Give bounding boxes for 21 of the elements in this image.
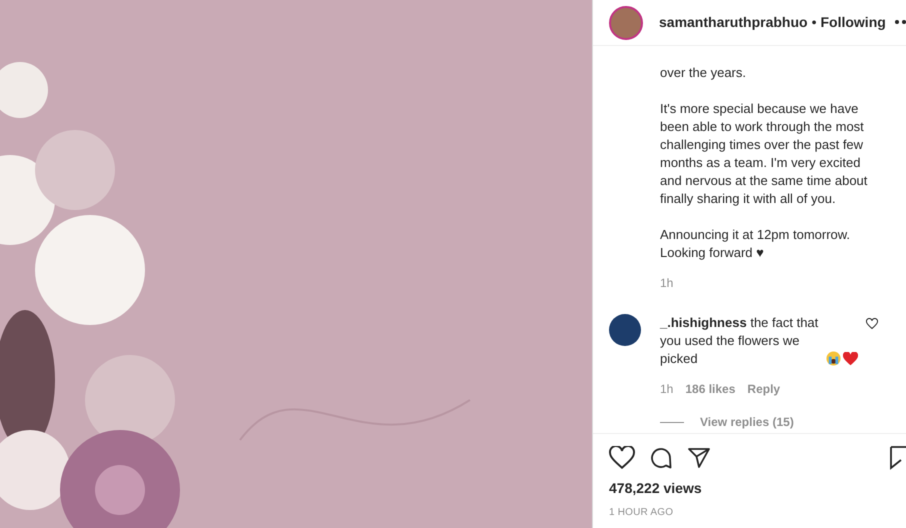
caption-time: 1h	[660, 275, 674, 292]
like-comment-icon[interactable]	[866, 318, 878, 330]
following-label[interactable]: Following	[820, 12, 886, 33]
views-count[interactable]: 478,222 views	[609, 478, 906, 499]
comment-time: 1h	[660, 381, 674, 398]
username-link[interactable]: samantharuthprabhuo	[659, 12, 808, 33]
more-options-icon[interactable]	[895, 20, 906, 24]
caption-text: over the years.	[660, 64, 747, 82]
share-icon[interactable]	[687, 446, 711, 470]
avatar[interactable]	[609, 6, 643, 40]
bookmark-icon[interactable]	[890, 446, 906, 470]
commenter-avatar[interactable]	[609, 314, 641, 346]
heart-icon	[843, 352, 858, 366]
caption-text: Announcing it at 12pm tomorrow. Looking forward ♥	[660, 226, 852, 262]
comment-text: _.hishighness the fact that you used the flowers we picked	[660, 314, 820, 368]
separator-dot: •	[812, 13, 816, 32]
post-time: 1 HOUR AGO	[609, 506, 674, 520]
like-icon[interactable]	[609, 446, 635, 470]
crying-face-icon	[826, 351, 841, 366]
caption-text: It's more special because we have been able to work through the most challenging times over the past few months as a team. I'm very excited and nervous at the same time about finally sharing it with all of you.	[660, 100, 868, 208]
comment-icon[interactable]	[649, 446, 673, 470]
